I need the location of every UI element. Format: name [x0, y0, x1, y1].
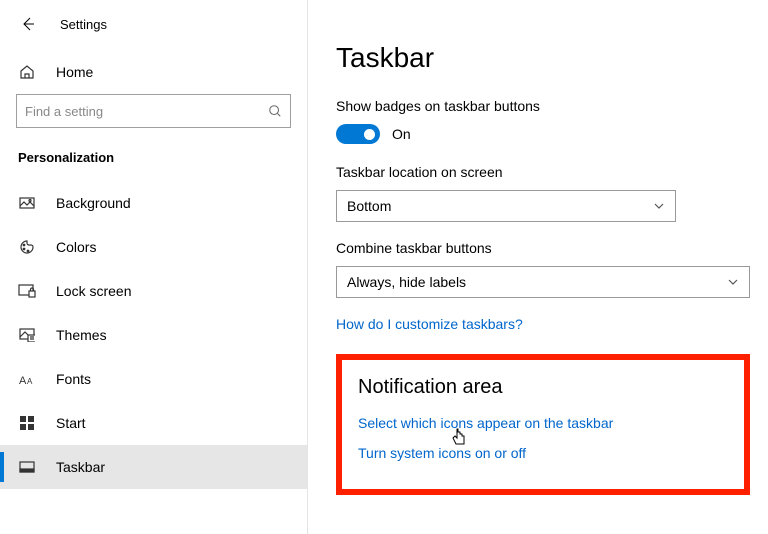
page-title: Taskbar [336, 42, 752, 74]
badges-toggle[interactable] [336, 124, 380, 144]
home-icon [18, 63, 36, 81]
sidebar-item-home[interactable]: Home [0, 50, 307, 94]
svg-text:A: A [27, 377, 33, 386]
chevron-down-icon [727, 278, 739, 286]
customize-help-link[interactable]: How do I customize taskbars? [336, 316, 752, 332]
search-icon [268, 104, 282, 118]
arrow-left-icon [20, 16, 36, 32]
fonts-icon: AA [18, 370, 36, 388]
sidebar-item-label: Home [56, 64, 93, 80]
system-icons-link[interactable]: Turn system icons on or off [358, 445, 728, 461]
sidebar-item-label: Lock screen [56, 283, 131, 299]
search-input[interactable] [25, 104, 268, 119]
notification-section-title: Notification area [358, 376, 728, 399]
palette-icon [18, 238, 36, 256]
location-label: Taskbar location on screen [336, 164, 752, 180]
image-icon [18, 194, 36, 212]
sidebar-item-taskbar[interactable]: Taskbar [0, 445, 307, 489]
lock-screen-icon [18, 282, 36, 300]
section-label: Personalization [0, 144, 307, 181]
select-icons-link[interactable]: Select which icons appear on the taskbar [358, 415, 728, 431]
sidebar-item-themes[interactable]: Themes [0, 313, 307, 357]
search-container [0, 94, 307, 144]
sidebar-item-fonts[interactable]: AA Fonts [0, 357, 307, 401]
chevron-down-icon [653, 202, 665, 210]
badges-toggle-row: On [336, 124, 752, 144]
sidebar-item-label: Start [56, 415, 86, 431]
badges-label: Show badges on taskbar buttons [336, 98, 752, 114]
header: Settings [0, 6, 307, 50]
location-dropdown[interactable]: Bottom [336, 190, 676, 222]
taskbar-icon [18, 458, 36, 476]
sidebar-item-label: Taskbar [56, 459, 105, 475]
notification-area-highlight: Notification area Select which icons app… [336, 354, 750, 495]
back-button[interactable] [16, 12, 40, 36]
start-icon [18, 414, 36, 432]
sidebar: Settings Home Personalization Background… [0, 0, 308, 534]
svg-text:A: A [19, 375, 27, 386]
sidebar-item-lock-screen[interactable]: Lock screen [0, 269, 307, 313]
combine-value: Always, hide labels [347, 274, 466, 290]
combine-label: Combine taskbar buttons [336, 240, 752, 256]
badges-state: On [392, 126, 411, 142]
sidebar-item-colors[interactable]: Colors [0, 225, 307, 269]
sidebar-item-label: Colors [56, 239, 96, 255]
location-value: Bottom [347, 198, 391, 214]
settings-title: Settings [60, 17, 107, 32]
main-content: Taskbar Show badges on taskbar buttons O… [308, 0, 768, 534]
sidebar-item-background[interactable]: Background [0, 181, 307, 225]
sidebar-item-label: Fonts [56, 371, 91, 387]
sidebar-item-label: Themes [56, 327, 107, 343]
sidebar-item-start[interactable]: Start [0, 401, 307, 445]
themes-icon [18, 326, 36, 344]
combine-dropdown[interactable]: Always, hide labels [336, 266, 750, 298]
sidebar-item-label: Background [56, 195, 131, 211]
search-box[interactable] [16, 94, 291, 128]
